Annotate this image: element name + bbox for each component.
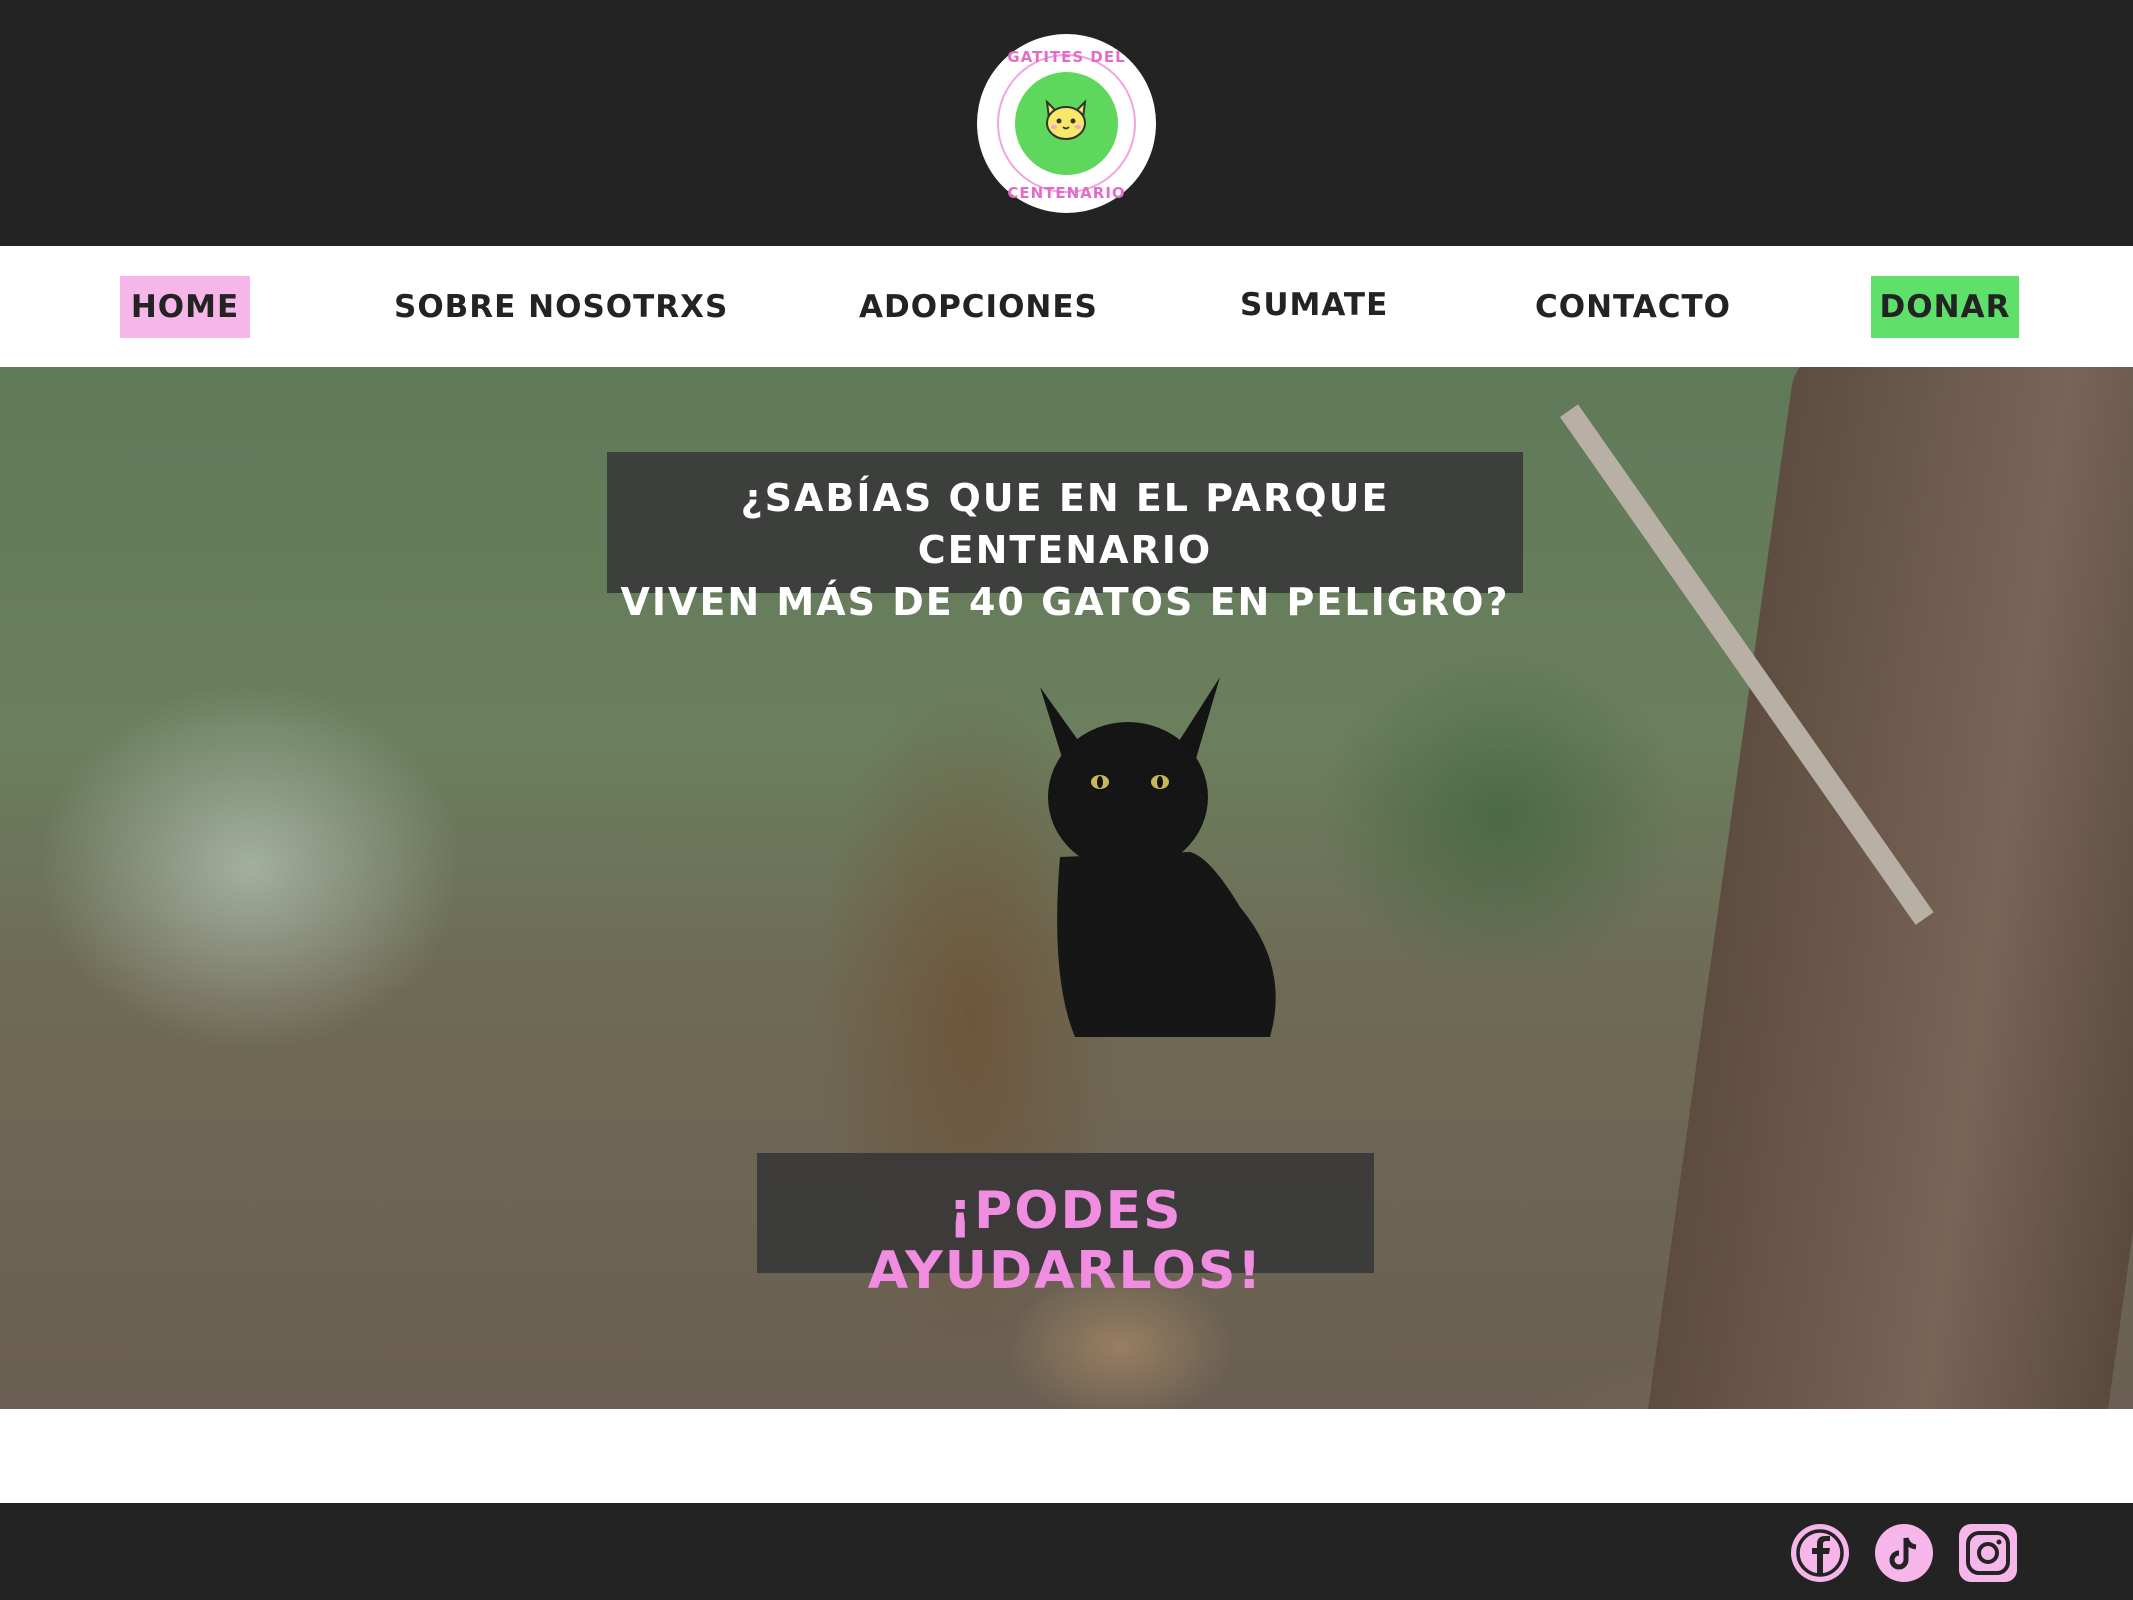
nav-sumate[interactable]: SUMATE — [1240, 274, 1388, 336]
black-cat-image — [1040, 677, 1276, 1037]
instagram-icon[interactable] — [1959, 1524, 2017, 1582]
logo-text-bottom: CENTENARIO — [1007, 184, 1126, 202]
logo-text-top: GATITES DEL — [1007, 48, 1126, 66]
cat-logo-icon — [1045, 99, 1087, 140]
footer-bar — [0, 1503, 2133, 1600]
nav-adopciones[interactable]: ADOPCIONES — [859, 276, 1098, 338]
hero-question-box: ¿SABÍAS QUE EN EL PARQUE CENTENARIO VIVE… — [607, 452, 1523, 624]
main-nav: HOME SOBRE NOSOTRXS ADOPCIONES SUMATE CO… — [0, 246, 2133, 367]
hero-cta-text: ¡PODES AYUDARLOS! — [867, 1181, 1264, 1301]
donar-button[interactable]: DONAR — [1871, 276, 2019, 338]
site-logo[interactable]: GATITES DEL CENTENARIO — [977, 34, 1156, 213]
nav-sobre-nosotrxs[interactable]: SOBRE NOSOTRXS — [394, 276, 728, 338]
nav-contacto[interactable]: CONTACTO — [1535, 276, 1731, 338]
tree-trunk — [1642, 367, 2133, 1409]
hero-image: ¿SABÍAS QUE EN EL PARQUE CENTENARIO VIVE… — [0, 367, 2133, 1409]
header-bar: GATITES DEL CENTENARIO — [0, 0, 2133, 246]
hero-question-text: ¿SABÍAS QUE EN EL PARQUE CENTENARIO VIVE… — [620, 476, 1510, 624]
nav-home[interactable]: HOME — [120, 276, 250, 338]
tiktok-icon[interactable] — [1875, 1524, 1933, 1582]
hero-cta-box[interactable]: ¡PODES AYUDARLOS! — [757, 1153, 1374, 1301]
facebook-icon[interactable] — [1791, 1524, 1849, 1582]
